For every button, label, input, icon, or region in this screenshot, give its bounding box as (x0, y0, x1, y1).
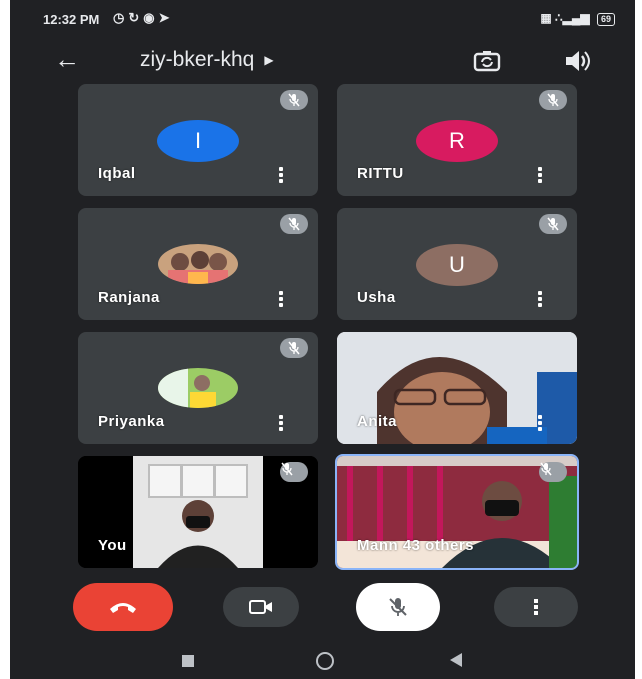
participant-video-tile[interactable]: Mann 43 others (335, 454, 579, 570)
mic-off-icon (389, 598, 407, 616)
phone-screen: 12:32 PM ◷↻◉➤ ▦ ∴▂▄▆ 69 ← ziy-bker-khq ▶ … (10, 0, 635, 679)
avatar (158, 368, 238, 408)
call-end-button[interactable] (73, 583, 173, 631)
mic-off-icon (539, 462, 567, 482)
mic-off-icon (539, 214, 567, 234)
participant-name: Mann 43 others (357, 537, 475, 554)
participant-name: Anita (357, 413, 397, 430)
camera-switch-icon[interactable] (472, 46, 502, 81)
participant-video-tile[interactable]: Anita (337, 332, 577, 444)
call-controls (10, 575, 635, 635)
alarm-icon: ◷ (113, 10, 129, 25)
mic-off-icon (280, 462, 308, 482)
status-bar: 12:32 PM ◷↻◉➤ ▦ ∴▂▄▆ 69 (10, 0, 635, 40)
meeting-code: ziy-bker-khq (140, 48, 255, 71)
status-right: ▦ ∴▂▄▆ 69 (540, 11, 615, 26)
status-notification-icons: ◷↻◉➤ (113, 10, 174, 26)
avatar: I (157, 120, 239, 162)
data-saver-icon: ▦ (540, 11, 552, 25)
more-vert-icon[interactable] (537, 166, 543, 184)
meeting-title[interactable]: ziy-bker-khq ▶ (140, 48, 274, 72)
mic-off-icon (280, 338, 308, 358)
sync-icon: ↻ (128, 10, 144, 25)
more-vert-icon (534, 598, 538, 616)
more-vert-icon[interactable] (278, 414, 284, 432)
send-icon: ➤ (158, 10, 174, 25)
more-vert-icon[interactable] (537, 290, 543, 308)
arrow-left-icon[interactable]: ← (54, 44, 80, 75)
meeting-top-bar: ← ziy-bker-khq ▶ (10, 40, 635, 84)
mic-off-icon (280, 214, 308, 234)
videocam-icon (249, 600, 272, 614)
participant-name: RITTU (357, 165, 404, 182)
call-end-icon (110, 603, 136, 613)
more-vert-icon[interactable] (278, 166, 284, 184)
more-vert-icon[interactable] (278, 290, 284, 308)
camera-toggle-button[interactable] (223, 587, 299, 627)
participant-name: You (98, 537, 127, 554)
avatar (158, 244, 238, 284)
avatar: R (416, 120, 498, 162)
participant-name: Ranjana (98, 289, 160, 306)
speaker-icon[interactable] (562, 48, 592, 79)
more-options-button[interactable] (494, 587, 578, 627)
caret-right-icon: ▶ (264, 53, 274, 68)
participant-name: Priyanka (98, 413, 165, 430)
self-video-tile[interactable]: You (78, 456, 318, 568)
participant-tile[interactable]: I Iqbal (78, 84, 318, 196)
system-nav-bar (10, 640, 635, 679)
recents-icon[interactable] (182, 655, 194, 667)
battery-icon: 69 (596, 13, 615, 26)
mic-off-icon (280, 90, 308, 110)
participant-tile[interactable]: Ranjana (78, 208, 318, 320)
participant-name: Iqbal (98, 165, 136, 182)
more-vert-icon[interactable] (537, 414, 543, 432)
participant-name: Usha (357, 289, 396, 306)
status-time: 12:32 PM (43, 12, 100, 27)
home-icon[interactable] (316, 652, 334, 670)
participant-tile[interactable]: R RITTU (337, 84, 577, 196)
participant-tile[interactable]: Priyanka (78, 332, 318, 444)
participant-tile[interactable]: U Usha (337, 208, 577, 320)
signal-icon: ∴▂▄▆ (555, 11, 590, 25)
avatar: U (416, 244, 498, 286)
mic-off-icon (539, 90, 567, 110)
app-notification-icon: ◉ (143, 10, 159, 25)
back-nav-icon[interactable] (450, 653, 462, 667)
mic-toggle-button[interactable] (356, 583, 440, 631)
